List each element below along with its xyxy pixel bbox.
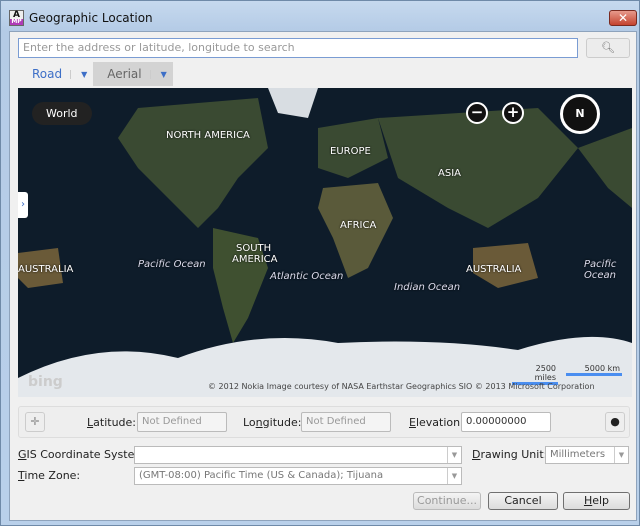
map-label: AFRICA: [340, 220, 377, 231]
time-zone-select[interactable]: (GMT-08:00) Pacific Time (US & Canada); …: [134, 467, 462, 485]
crosshair-icon: ✛: [30, 415, 40, 428]
drawing-unit-label: Drawing Unit:: [472, 448, 548, 461]
world-button[interactable]: World: [32, 102, 92, 125]
settings-button[interactable]: ●: [605, 412, 625, 432]
search-button[interactable]: 🔍︎: [586, 38, 630, 58]
longitude-label: Longitude:: [243, 416, 302, 429]
map-view[interactable]: World − + N NORTH AMERICA EUROPE ASIA AF…: [18, 88, 632, 397]
continue-button[interactable]: Continue...: [413, 492, 481, 510]
map-label: AUSTRALIA: [18, 264, 74, 275]
world-map-image: [18, 88, 632, 397]
dialog-window: A MP Geographic Location ✕ Enter the addr…: [0, 0, 640, 526]
chevron-down-icon: ▼: [447, 447, 461, 463]
expand-panel-button[interactable]: ›: [18, 192, 28, 218]
cancel-button[interactable]: Cancel: [488, 492, 558, 510]
help-button[interactable]: Help: [563, 492, 630, 510]
compass-needle-icon: ●: [610, 415, 620, 428]
gis-coordinate-select[interactable]: ▼: [134, 446, 462, 464]
close-button[interactable]: ✕: [609, 10, 637, 26]
compass-icon[interactable]: N: [560, 94, 600, 134]
chevron-down-icon: ▼: [614, 447, 628, 463]
map-label: NORTH AMERICA: [166, 130, 250, 141]
map-type-tabs: Road ▼ Aerial ▼: [18, 62, 173, 86]
map-label: Pacific Ocean: [584, 259, 617, 281]
map-credits: © 2012 Nokia Image courtesy of NASA Eart…: [208, 382, 595, 391]
map-label: AUSTRALIA: [466, 264, 522, 275]
longitude-field[interactable]: Not Defined: [301, 412, 391, 432]
map-label: Indian Ocean: [394, 282, 461, 293]
coordinates-panel: ✛ Latitude: Not Defined Longitude: Not D…: [18, 406, 630, 438]
pick-location-button[interactable]: ✛: [25, 412, 45, 432]
drawing-unit-select[interactable]: Millimeters ▼: [545, 446, 629, 464]
dialog-client: Enter the address or latitude, longitude…: [9, 31, 637, 521]
map-label: SOUTH: [236, 243, 272, 254]
latitude-label: Latitude:: [87, 416, 136, 429]
tab-label: Road: [32, 67, 63, 81]
title-bar: A MP Geographic Location: [9, 10, 153, 26]
bing-logo: bing: [28, 374, 63, 390]
tab-label: Aerial: [107, 67, 142, 81]
elevation-label: Elevation:: [409, 416, 464, 429]
chevron-down-icon: ▼: [447, 468, 461, 484]
map-label: AMERICA: [232, 254, 278, 265]
time-zone-label: Time Zone:: [18, 469, 81, 482]
map-label: ASIA: [438, 168, 461, 179]
tab-road[interactable]: Road ▼: [18, 62, 93, 86]
chevron-down-icon[interactable]: ▼: [149, 69, 167, 79]
map-label: Atlantic Ocean: [270, 271, 344, 282]
search-input[interactable]: Enter the address or latitude, longitude…: [18, 38, 578, 58]
search-icon: 🔍︎: [601, 41, 615, 54]
window-title: Geographic Location: [29, 11, 153, 25]
app-icon: A MP: [9, 10, 24, 26]
scale-km: 5000 km: [566, 364, 622, 376]
latitude-field[interactable]: Not Defined: [137, 412, 227, 432]
map-label: EUROPE: [330, 146, 371, 157]
gis-label: GIS Coordinate System:: [18, 448, 149, 461]
tab-aerial[interactable]: Aerial ▼: [93, 62, 173, 86]
map-label: Pacific Ocean: [138, 259, 206, 270]
elevation-field[interactable]: 0.00000000: [461, 412, 551, 432]
zoom-out-button[interactable]: −: [466, 102, 488, 124]
chevron-down-icon[interactable]: ▼: [70, 69, 87, 79]
zoom-in-button[interactable]: +: [502, 102, 524, 124]
